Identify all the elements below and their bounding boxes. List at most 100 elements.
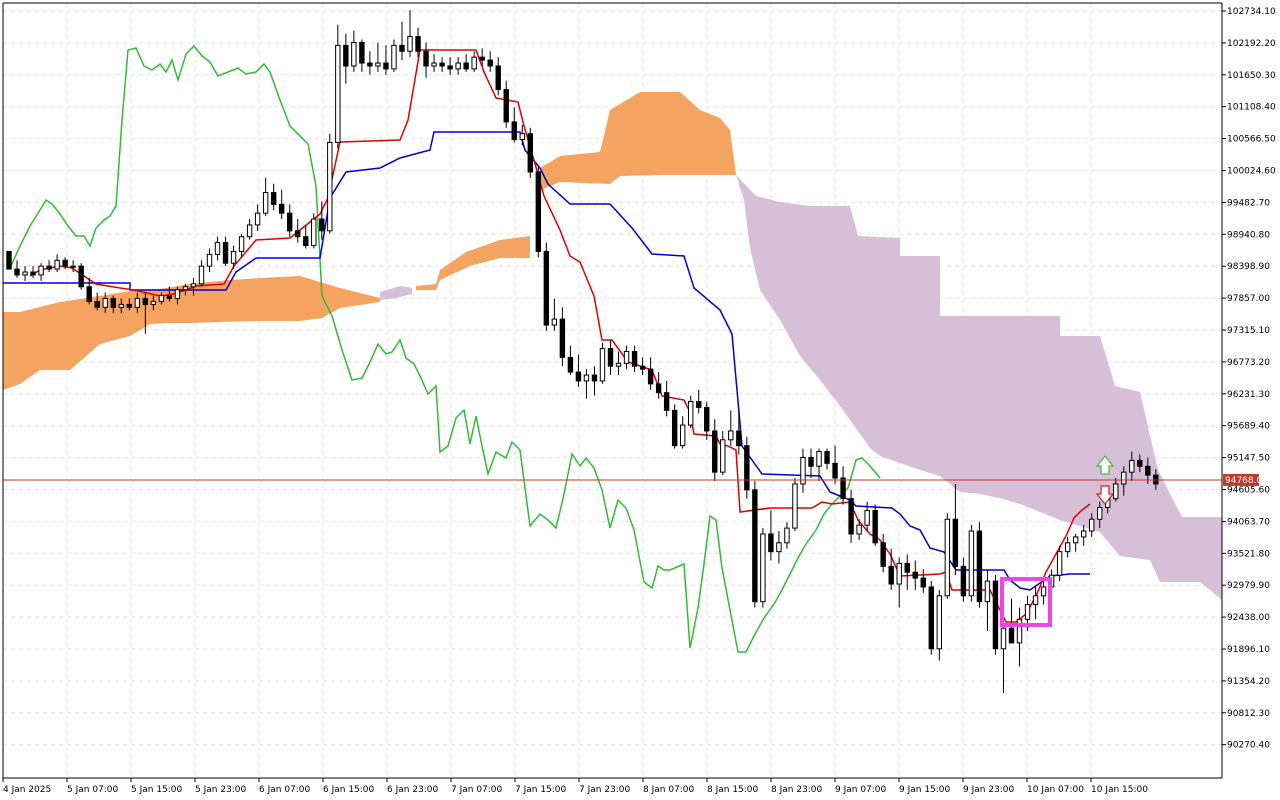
candle-body xyxy=(311,218,317,247)
y-tick-label: 95147.50 xyxy=(1227,454,1270,464)
candle-body xyxy=(904,562,910,573)
candle-body xyxy=(327,142,333,232)
candle-body xyxy=(832,462,838,479)
candle-body xyxy=(527,133,533,173)
candle-body xyxy=(270,192,277,205)
x-tick-label: 7 Jan 23:00 xyxy=(579,785,631,795)
candle-body xyxy=(1121,471,1127,485)
candle-body xyxy=(607,348,614,367)
candle-body xyxy=(816,451,822,467)
candle-body xyxy=(1040,586,1047,597)
x-tick-label: 5 Jan 23:00 xyxy=(195,785,247,795)
candle-body xyxy=(1056,551,1063,576)
y-tick-label: 96773.20 xyxy=(1227,358,1270,368)
candle-body xyxy=(856,524,862,535)
candle-body xyxy=(230,250,237,264)
candle-body xyxy=(880,542,886,567)
candle-body xyxy=(1129,459,1135,473)
x-tick-label: 8 Jan 23:00 xyxy=(771,785,823,795)
candle-body xyxy=(6,250,12,270)
candle-body xyxy=(206,253,213,267)
candle-body xyxy=(94,300,100,308)
y-tick-label: 91354.20 xyxy=(1227,677,1270,687)
candle-body xyxy=(559,318,566,358)
candle-body xyxy=(760,533,766,603)
candle-body xyxy=(712,430,718,473)
candle-body xyxy=(182,286,189,291)
candle-body xyxy=(808,456,814,467)
candle-body xyxy=(1080,530,1087,538)
candle-body xyxy=(78,265,84,288)
candle-body xyxy=(62,259,68,267)
candle-body xyxy=(1145,465,1151,476)
candle-body xyxy=(278,203,285,214)
candle-body xyxy=(142,298,149,305)
candle-body xyxy=(367,62,373,67)
candle-body xyxy=(776,542,782,553)
x-tick-label: 5 Jan 07:00 xyxy=(67,785,119,795)
candle-body xyxy=(246,224,253,238)
candle-body xyxy=(936,595,943,650)
candle-body xyxy=(944,518,951,597)
candle-body xyxy=(46,265,52,270)
candle-body xyxy=(872,509,878,544)
x-tick-label: 4 Jan 2025 xyxy=(3,785,51,795)
candle-body xyxy=(54,259,60,270)
candle-body xyxy=(551,318,558,326)
candle-body xyxy=(567,356,574,373)
candle-body xyxy=(864,509,870,526)
candle-body xyxy=(1113,483,1119,500)
candle-body xyxy=(840,477,846,500)
candle-body xyxy=(254,212,261,226)
candle-body xyxy=(824,451,830,464)
candle-body xyxy=(984,580,991,603)
candle-body xyxy=(463,62,469,70)
candle-body xyxy=(262,192,269,214)
candle-body xyxy=(647,368,654,385)
candle-body xyxy=(928,586,934,650)
y-tick-label: 96231.30 xyxy=(1227,390,1270,400)
candle-body xyxy=(1024,604,1031,620)
candle-body xyxy=(70,265,76,268)
y-tick-label: 91896.10 xyxy=(1227,645,1270,655)
candle-body xyxy=(335,44,341,144)
y-tick-label: 93521.80 xyxy=(1227,549,1270,559)
candle-body xyxy=(1097,506,1103,520)
candle-body xyxy=(439,62,445,67)
ichimoku-price-chart[interactable]: 102734.10 102192.20 101650.30 101108.40 1005… xyxy=(0,0,1280,800)
candle-body xyxy=(471,56,477,70)
y-tick-label: 92979.90 xyxy=(1227,581,1270,591)
x-tick-label: 9 Jan 23:00 xyxy=(963,785,1015,795)
x-tick-label: 5 Jan 15:00 xyxy=(131,785,183,795)
x-tick-label: 6 Jan 15:00 xyxy=(323,785,375,795)
candle-body xyxy=(631,350,638,367)
y-tick-label: 97315.10 xyxy=(1227,326,1270,336)
candle-body xyxy=(752,489,758,603)
x-tick-label: 8 Jan 15:00 xyxy=(707,785,759,795)
candle-body xyxy=(303,236,309,247)
candle-body xyxy=(415,36,421,52)
candle-body xyxy=(407,36,413,52)
candle-body xyxy=(222,242,229,264)
candle-body xyxy=(704,406,710,432)
candle-body xyxy=(976,530,983,603)
candle-body xyxy=(190,283,197,288)
candle-body xyxy=(479,56,485,61)
candle-body xyxy=(359,41,365,64)
candle-body xyxy=(110,298,116,308)
y-tick-label: 90270.40 xyxy=(1227,741,1270,751)
y-tick-label: 98940.80 xyxy=(1227,230,1270,240)
candle-body xyxy=(896,562,902,585)
y-tick-label: 101650.30 xyxy=(1227,71,1276,81)
candle-body xyxy=(543,250,550,326)
candle-body xyxy=(784,527,790,544)
candle-body xyxy=(319,218,325,232)
y-tick-label: 95689.40 xyxy=(1227,422,1270,432)
candle-body xyxy=(150,300,157,305)
candle-body xyxy=(511,121,517,141)
y-tick-label: 94605.60 xyxy=(1227,486,1270,496)
candle-body xyxy=(888,565,894,585)
x-tick-label: 7 Jan 15:00 xyxy=(515,785,567,795)
candle-body xyxy=(992,580,999,650)
candle-body xyxy=(126,303,132,308)
